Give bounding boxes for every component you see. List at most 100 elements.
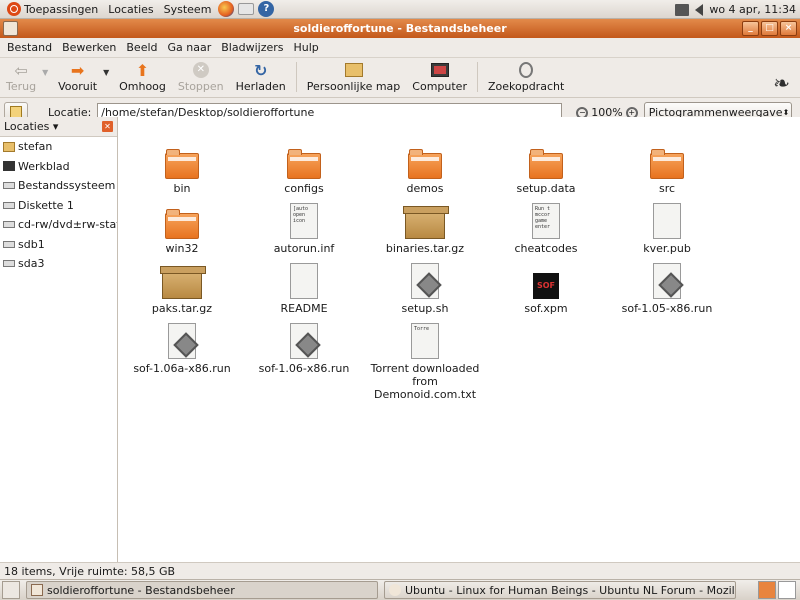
- file-item[interactable]: SOF sof.xpm: [486, 261, 606, 315]
- menu-view[interactable]: Beeld: [121, 38, 162, 58]
- sidebar-item-desktop[interactable]: Werkblad: [0, 157, 117, 177]
- sidebar-item-sdb1[interactable]: sdb1: [0, 235, 117, 255]
- sidebar-item-sda3[interactable]: sda3: [0, 254, 117, 274]
- system-menu[interactable]: Systeem: [159, 0, 217, 19]
- forward-button[interactable]: ➡ Vooruit: [52, 60, 103, 96]
- sidebar-item-label: cd-rw/dvd±rw-statio: [18, 218, 117, 232]
- file-item[interactable]: sof-1.05-x86.run: [607, 261, 727, 315]
- file-item[interactable]: README: [244, 261, 364, 315]
- top-panel: Toepassingen Locaties Systeem ? wo 4 apr…: [0, 0, 800, 19]
- file-item[interactable]: sof-1.06a-x86.run: [122, 321, 242, 375]
- file-name: setup.sh: [401, 302, 449, 315]
- sidebar-close-icon[interactable]: ✕: [102, 121, 113, 132]
- back-button[interactable]: ⇦ Terug: [0, 60, 42, 96]
- mail-launcher-icon[interactable]: [238, 3, 255, 15]
- folder-icon: [122, 141, 242, 179]
- floppy-icon: [3, 201, 15, 209]
- file-item[interactable]: [auto open icon autorun.inf: [244, 201, 364, 255]
- menu-edit[interactable]: Bewerken: [57, 38, 121, 58]
- window-titlebar[interactable]: soldieroffortune - Bestandsbeheer _ □ ×: [0, 19, 800, 38]
- menu-bookmarks[interactable]: Bladwijzers: [216, 38, 288, 58]
- computer-button[interactable]: Computer: [406, 60, 473, 96]
- stop-button[interactable]: ✕ Stoppen: [172, 60, 230, 96]
- menu-go[interactable]: Ga naar: [163, 38, 217, 58]
- window-controls: _ □ ×: [742, 21, 797, 36]
- firefox-launcher-icon[interactable]: [218, 1, 235, 17]
- file-manager-icon: [31, 584, 43, 596]
- minimize-button[interactable]: _: [742, 21, 759, 36]
- file-name: sof.xpm: [524, 302, 568, 315]
- file-item[interactable]: bin: [122, 141, 242, 195]
- file-preview-text: Run t mccor game enter: [535, 206, 551, 230]
- file-item[interactable]: paks.tar.gz: [122, 261, 242, 315]
- sidebar-item-floppy[interactable]: Diskette 1: [0, 196, 117, 216]
- sidebar-item-cdrom[interactable]: cd-rw/dvd±rw-statio: [0, 215, 117, 235]
- menu-help[interactable]: Hulp: [289, 38, 324, 58]
- file-preview-text: SOF: [533, 273, 559, 299]
- up-button[interactable]: ⬆ Omhoog: [113, 60, 172, 96]
- search-button[interactable]: Zoekopdracht: [482, 60, 570, 96]
- drive-icon: [3, 240, 15, 248]
- network-icon[interactable]: [675, 3, 690, 16]
- file-item[interactable]: sof-1.06-x86.run: [244, 321, 364, 375]
- help-launcher-icon[interactable]: ?: [258, 1, 275, 17]
- sidebar-type-select[interactable]: Locaties ▾: [4, 120, 58, 133]
- panel-menu: Toepassingen Locaties Systeem ?: [0, 0, 276, 19]
- maximize-button[interactable]: □: [761, 21, 778, 36]
- file-name: autorun.inf: [273, 242, 335, 255]
- stop-icon-wrap: ✕: [190, 60, 212, 80]
- optical-drive-icon: [3, 221, 15, 229]
- file-item[interactable]: kver.pub: [607, 201, 727, 255]
- menu-file[interactable]: Bestand: [2, 38, 57, 58]
- file-item[interactable]: win32: [122, 201, 242, 255]
- home-button[interactable]: Persoonlijke map: [301, 60, 407, 96]
- text-file-icon: [auto open icon: [244, 201, 364, 239]
- task-file-manager[interactable]: soldieroffortune - Bestandsbeheer: [26, 581, 378, 599]
- file-item[interactable]: configs: [244, 141, 364, 195]
- status-bar: 18 items, Vrije ruimte: 58,5 GB: [0, 562, 800, 579]
- text-file-icon: [607, 201, 727, 239]
- file-name: bin: [173, 182, 191, 195]
- file-item[interactable]: Run t mccor game enter cheatcodes: [486, 201, 606, 255]
- close-button[interactable]: ×: [780, 21, 797, 36]
- sidebar-item-home[interactable]: stefan: [0, 137, 117, 157]
- file-item[interactable]: setup.data: [486, 141, 606, 195]
- script-icon: [244, 321, 364, 359]
- file-item[interactable]: binaries.tar.gz: [365, 201, 485, 255]
- file-item[interactable]: src: [607, 141, 727, 195]
- back-label: Terug: [6, 80, 37, 93]
- forward-history-dropdown[interactable]: ▼: [103, 60, 113, 77]
- clock[interactable]: wo 4 apr, 11:34: [709, 3, 796, 16]
- file-name: paks.tar.gz: [151, 302, 213, 315]
- applications-menu[interactable]: Toepassingen: [2, 0, 103, 19]
- file-name: src: [658, 182, 676, 195]
- window-menu-icon[interactable]: [3, 21, 18, 36]
- sidebar-item-filesystem[interactable]: Bestandssysteem: [0, 176, 117, 196]
- file-item[interactable]: Torre Torrent downloaded from Demonoid.co…: [365, 321, 485, 401]
- show-desktop-button[interactable]: [2, 581, 20, 599]
- home-icon-wrap: [343, 60, 365, 80]
- window-title: soldieroffortune - Bestandsbeheer: [293, 22, 507, 35]
- task-firefox[interactable]: Ubuntu - Linux for Human Beings - Ubuntu…: [384, 581, 736, 599]
- back-history-dropdown[interactable]: ▼: [42, 60, 52, 77]
- volume-icon[interactable]: [695, 3, 704, 16]
- folder-icon: [486, 141, 606, 179]
- file-item[interactable]: demos: [365, 141, 485, 195]
- file-name: setup.data: [516, 182, 576, 195]
- toolbar-separator: [476, 62, 478, 92]
- script-icon: [607, 261, 727, 299]
- task-label: soldieroffortune - Bestandsbeheer: [47, 583, 235, 597]
- file-name: win32: [165, 242, 199, 255]
- content-area: Locaties ▾ ✕ stefan Werkblad Bestandssys…: [0, 117, 800, 562]
- reload-button[interactable]: ↻ Herladen: [230, 60, 292, 96]
- file-item[interactable]: setup.sh: [365, 261, 485, 315]
- workspace-2[interactable]: [778, 581, 796, 599]
- workspace-1[interactable]: [758, 581, 776, 599]
- file-name: demos: [406, 182, 444, 195]
- text-file-icon: [244, 261, 364, 299]
- folder-icon: [244, 141, 364, 179]
- toolbar-separator: [295, 62, 297, 92]
- places-menu[interactable]: Locaties: [103, 0, 158, 19]
- system-label: Systeem: [163, 2, 212, 16]
- forward-arrow-icon: ➡: [70, 60, 85, 80]
